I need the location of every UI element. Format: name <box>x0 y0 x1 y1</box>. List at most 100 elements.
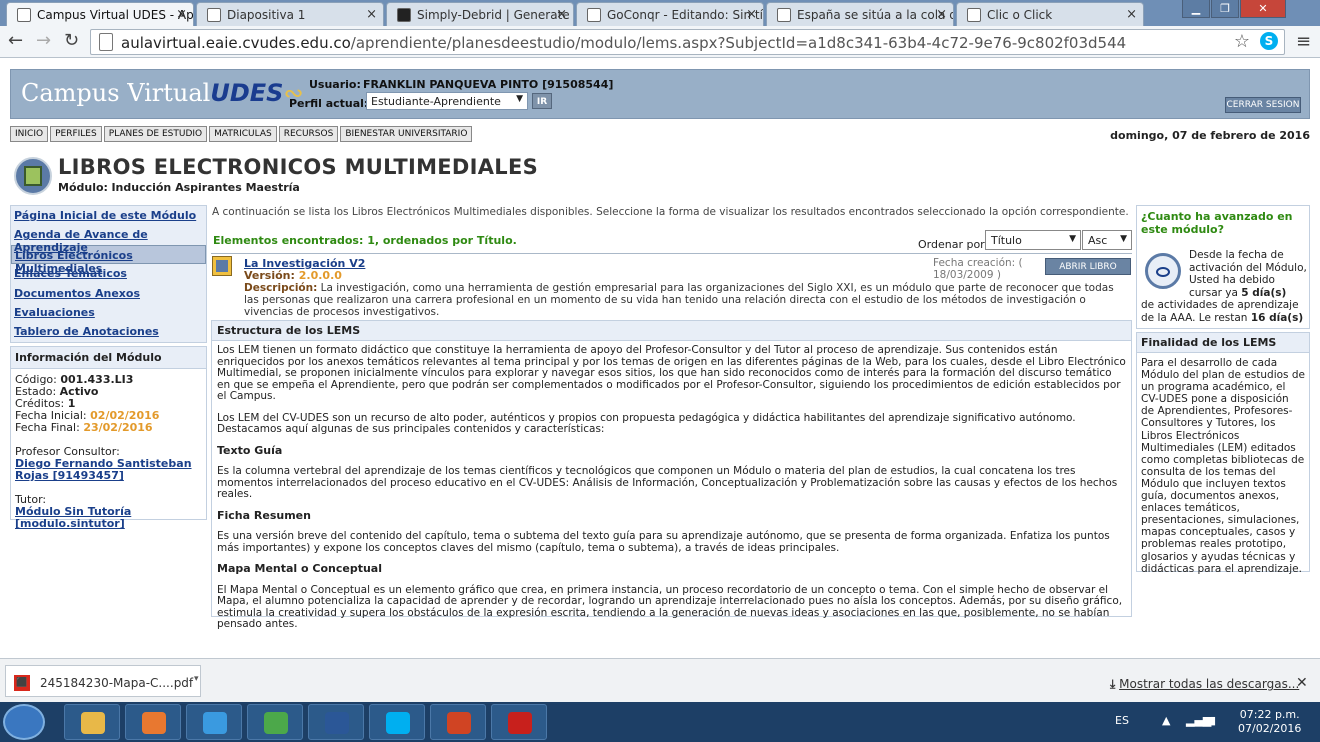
close-tab-icon[interactable]: × <box>1126 7 1137 22</box>
reload-icon[interactable]: ↻ <box>64 30 79 51</box>
sidebar-item[interactable]: Agenda de Avance de Aprendizaje <box>11 225 206 254</box>
sidebar-item[interactable]: Evaluaciones <box>11 303 206 322</box>
tray-time: 07:22 p.m. <box>1239 708 1300 721</box>
acrobat-icon[interactable] <box>491 704 547 740</box>
browser-tab[interactable]: Campus Virtual UDES - Ap × <box>6 2 194 26</box>
tray-expand-icon[interactable]: ▲ <box>1162 714 1170 727</box>
chrome-icon[interactable] <box>247 704 303 740</box>
media-player-icon[interactable] <box>125 704 181 740</box>
signal-icon[interactable]: ▂▄▆ <box>1186 714 1211 727</box>
taskbar: ES ▲ ▂▄▆ ▮ 07:22 p.m. 07/02/2016 <box>0 702 1320 742</box>
menu-item[interactable]: PLANES DE ESTUDIO <box>103 126 208 142</box>
module-info-title: Información del Módulo <box>11 347 206 369</box>
show-all-label: Mostrar todas las descargas... <box>1119 677 1300 691</box>
book-icon <box>24 166 42 186</box>
sidebar-item[interactable]: Enlaces Temáticos <box>11 264 206 283</box>
ie-icon[interactable] <box>186 704 242 740</box>
address-bar: ← → ↻ aulavirtual.eaie.cvudes.edu.co/apr… <box>0 26 1320 58</box>
profile-label: Perfil actual: <box>289 97 369 110</box>
restore-button[interactable]: ❐ <box>1211 0 1239 18</box>
browser-tab[interactable]: Simply-Debrid | Generate × <box>386 2 574 26</box>
tray-clock[interactable]: 07:22 p.m. 07/02/2016 <box>1238 708 1301 736</box>
tray-date: 07/02/2016 <box>1238 722 1302 735</box>
order-direction-select[interactable]: Asc ▼ <box>1082 230 1132 250</box>
skype-extension-icon[interactable]: S <box>1260 32 1278 50</box>
open-book-button[interactable]: ABRIR LIBRO <box>1045 258 1131 275</box>
powerpoint-icon[interactable] <box>430 704 486 740</box>
sidebar-item[interactable]: Documentos Anexos <box>11 284 206 303</box>
order-direction-value: Asc <box>1088 234 1108 247</box>
logo-text: Campus Virtual <box>21 79 211 107</box>
app-glyph <box>325 712 349 734</box>
browser-tab[interactable]: España se sitúa a la cola d × <box>766 2 954 26</box>
mf-icon <box>777 8 791 22</box>
tab-label: España se sitúa a la cola d <box>797 8 954 22</box>
profile-value: Estudiante-Aprendiente <box>371 95 501 108</box>
download-item[interactable]: ⬛ 245184230-Mapa-C....pdf ▾ <box>5 665 201 697</box>
start-button[interactable] <box>3 704 45 740</box>
version-value: 2.0.0.0 <box>298 269 342 282</box>
browser-tab[interactable]: Clic o Click × <box>956 2 1144 26</box>
battery-icon[interactable]: ▮ <box>1210 714 1216 727</box>
go-button[interactable]: IR <box>532 93 552 109</box>
current-date: domingo, 07 de febrero de 2016 <box>1110 129 1310 142</box>
progress-text-2: de actividades de aprendizaje de la AAA.… <box>1141 299 1307 324</box>
close-tab-icon[interactable]: × <box>936 7 947 22</box>
app-glyph <box>508 712 532 734</box>
description-label: Descripción: <box>244 282 318 294</box>
purpose-title: Finalidad de los LEMS <box>1137 333 1309 353</box>
structure-heading: Mapa Mental o Conceptual <box>217 562 382 575</box>
sidebar-item[interactable]: Página Inicial de este Módulo <box>11 206 206 225</box>
menu-item[interactable]: MATRICULAS <box>209 126 277 142</box>
logo-brand: UDES <box>210 79 284 107</box>
downloads-bar: ⬛ 245184230-Mapa-C....pdf ▾ ⤓ Mostrar to… <box>0 658 1320 702</box>
sidebar-item[interactable]: Tablero de Anotaciones <box>11 322 206 341</box>
purpose-text: Para el desarrollo de cada Módulo del pl… <box>1141 357 1305 575</box>
word-icon[interactable] <box>308 704 364 740</box>
menu-item[interactable]: RECURSOS <box>278 126 339 142</box>
progress-panel: ¿Cuanto ha avanzado en este módulo? Desd… <box>1136 205 1310 329</box>
sd-icon <box>397 8 411 22</box>
browser-tab[interactable]: GoConqr - Editando: Sin tí × <box>576 2 764 26</box>
download-filename: 245184230-Mapa-C....pdf <box>40 676 194 690</box>
description-text: La investigación, como una herramienta d… <box>244 282 1114 318</box>
close-icon[interactable]: ✕ <box>1296 675 1308 691</box>
page-icon <box>207 8 221 22</box>
logout-button[interactable]: CERRAR SESION <box>1225 97 1301 113</box>
close-tab-icon[interactable]: × <box>366 7 377 22</box>
back-arrow-icon[interactable]: ← <box>8 30 23 51</box>
site-logo[interactable]: Campus VirtualUDES∾ <box>21 79 304 107</box>
created-value: 18/03/2009 ) <box>933 269 1001 281</box>
explorer-icon[interactable] <box>64 704 120 740</box>
language-indicator[interactable]: ES <box>1115 714 1129 727</box>
tutor-link[interactable]: Módulo Sin Tutoría [modulo.sintutor] <box>15 506 202 530</box>
menu-item[interactable]: BIENESTAR UNIVERSITARIO <box>340 126 473 142</box>
module-info-body: Código: 001.433.LI3 Estado: Activo Crédi… <box>11 369 206 535</box>
order-label: Ordenar por: <box>918 238 989 251</box>
progress-question: ¿Cuanto ha avanzado en este módulo? <box>1141 210 1293 236</box>
ebook-cover <box>216 260 228 272</box>
menu-item[interactable]: INICIO <box>10 126 49 142</box>
module-name: Inducción Aspirantes Maestría <box>111 181 300 194</box>
show-all-downloads-link[interactable]: ⤓ Mostrar todas las descargas... <box>1110 677 1299 692</box>
browser-tab[interactable]: Diapositiva 1 × <box>196 2 384 26</box>
tab-label: GoConqr - Editando: Sin tí <box>607 8 763 22</box>
ebook-icon[interactable] <box>212 256 232 276</box>
skype-icon[interactable] <box>369 704 425 740</box>
forward-arrow-icon[interactable]: → <box>36 30 51 51</box>
close-tab-icon[interactable]: × <box>746 7 757 22</box>
url-input[interactable]: aulavirtual.eaie.cvudes.edu.co/aprendien… <box>90 29 1285 55</box>
order-field-select[interactable]: Título ▼ <box>985 230 1081 250</box>
menu-icon[interactable]: ≡ <box>1296 31 1311 52</box>
close-tab-icon[interactable]: × <box>176 7 187 22</box>
close-window-button[interactable]: ✕ <box>1240 0 1286 18</box>
profile-select[interactable]: Estudiante-Aprendiente ▼ <box>366 92 528 110</box>
chevron-down-icon[interactable]: ▾ <box>194 674 199 684</box>
consultant-link[interactable]: Diego Fernando Santisteban Rojas [914934… <box>15 458 202 482</box>
star-icon[interactable]: ☆ <box>1234 31 1250 52</box>
structure-heading: Texto Guía <box>217 443 283 457</box>
minimize-button[interactable]: ▁ <box>1182 0 1210 18</box>
menu-item[interactable]: PERFILES <box>50 126 102 142</box>
structure-heading: Ficha Resumen <box>217 508 311 522</box>
close-tab-icon[interactable]: × <box>556 7 567 22</box>
